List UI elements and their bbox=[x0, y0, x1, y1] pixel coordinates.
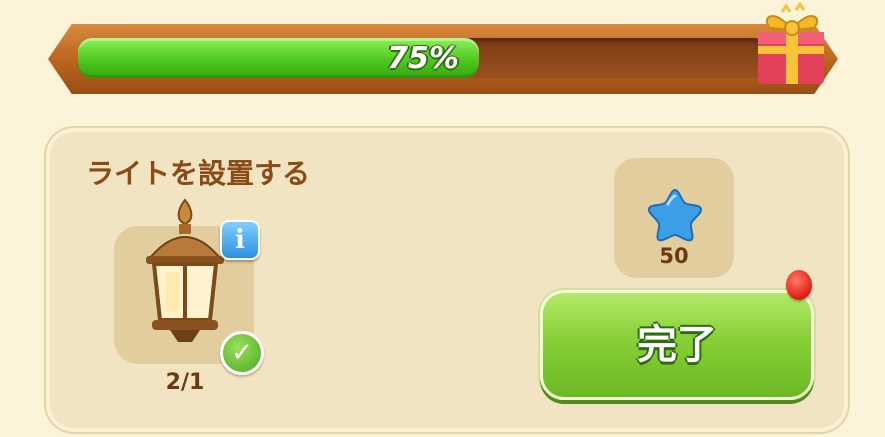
notification-dot bbox=[786, 270, 812, 300]
done-button[interactable]: 完了 bbox=[540, 290, 814, 400]
blue-star-icon bbox=[647, 188, 703, 242]
reward-amount: 50 bbox=[659, 244, 689, 268]
task-title: ライトを設置する bbox=[86, 157, 311, 190]
info-icon[interactable]: i bbox=[220, 220, 260, 260]
item-count: 2/1 bbox=[165, 370, 205, 395]
checkmark-icon: ✓ bbox=[220, 331, 264, 375]
street-lantern-icon bbox=[146, 198, 224, 342]
done-button-label: 完了 bbox=[637, 322, 717, 368]
progress-percent-label: 75% bbox=[387, 41, 459, 76]
gift-box-icon[interactable] bbox=[752, 2, 832, 88]
